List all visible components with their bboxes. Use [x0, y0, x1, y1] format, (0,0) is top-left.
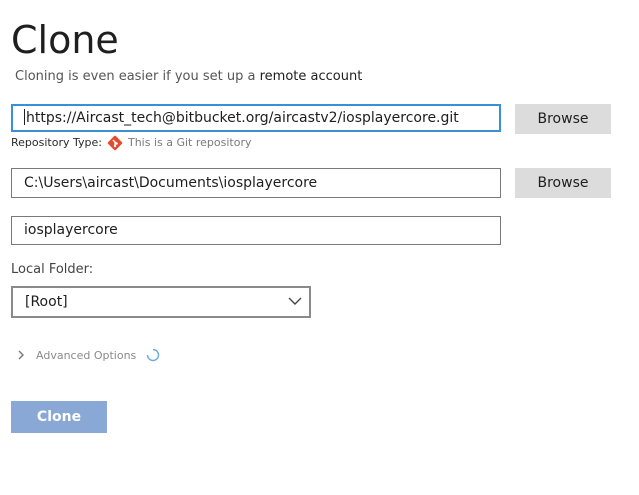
loading-spinner-icon: [147, 348, 160, 362]
git-icon: [107, 135, 123, 151]
clone-button[interactable]: Clone: [11, 401, 107, 433]
remote-account-link[interactable]: remote account: [260, 69, 363, 84]
text-caret: [24, 109, 25, 125]
advanced-options-label: Advanced Options: [36, 348, 137, 362]
page-title: Clone: [11, 18, 119, 62]
source-url-value: https://Aircast_tech@bitbucket.org/airca…: [26, 110, 459, 126]
local-folder-label: Local Folder:: [11, 262, 94, 277]
advanced-options-toggle[interactable]: Advanced Options: [17, 346, 160, 364]
subtitle-text: Cloning is even easier if you set up a: [15, 69, 260, 84]
name-input[interactable]: iosplayercore: [11, 216, 501, 245]
repository-type-label: Repository Type:: [11, 136, 102, 149]
local-folder-select[interactable]: [Root]: [11, 286, 311, 318]
chevron-down-icon: [288, 297, 302, 305]
destination-path-input[interactable]: C:\Users\aircast\Documents\iosplayercore: [11, 168, 501, 198]
clone-dialog: Clone Cloning is even easier if you set …: [0, 0, 639, 495]
source-browse-button[interactable]: Browse: [515, 104, 611, 134]
subtitle: Cloning is even easier if you set up a r…: [15, 68, 362, 86]
chevron-right-icon: [18, 350, 24, 360]
local-folder-selected: [Root]: [25, 294, 68, 310]
source-url-input[interactable]: https://Aircast_tech@bitbucket.org/airca…: [11, 104, 501, 132]
destination-browse-button[interactable]: Browse: [515, 168, 611, 198]
repository-type-value: This is a Git repository: [127, 136, 252, 149]
repository-type-row: Repository Type: This is a Git repositor…: [11, 134, 251, 152]
